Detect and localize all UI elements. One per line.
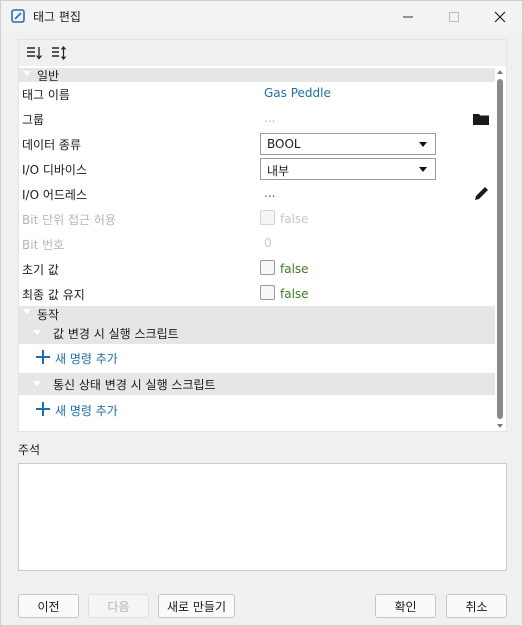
row-bit-number: Bit 번호 0 <box>19 232 495 257</box>
property-name: 데이터 종류 <box>22 138 82 152</box>
subcategory-comm-state-script[interactable]: 통신 상태 변경 시 실행 스크립트 <box>19 373 495 395</box>
plus-icon <box>36 350 50 364</box>
row-io-address: I/O 어드레스 ... <box>19 182 495 207</box>
previous-button[interactable]: 이전 <box>18 594 79 618</box>
collapse-arrow-icon <box>23 309 31 314</box>
subcategory-label: 값 변경 시 실행 스크립트 <box>53 327 179 341</box>
bit-number-value: 0 <box>264 236 272 250</box>
plus-icon <box>36 402 50 416</box>
initial-value-checkbox[interactable] <box>260 260 275 275</box>
bit-access-checkbox <box>260 210 275 225</box>
data-type-select[interactable]: BOOL <box>260 133 436 155</box>
property-grid-toolbar <box>19 40 506 66</box>
tag-edit-dialog: 태그 편집 일반 태그 이름 Gas Peddle 그룹 ... 데이터 종류 … <box>0 0 523 626</box>
vertical-scrollbar[interactable] <box>495 66 506 431</box>
row-data-type: 데이터 종류 BOOL <box>19 132 495 157</box>
add-command-row[interactable]: 새 명령 추가 <box>19 345 495 371</box>
subcategory-label: 통신 상태 변경 시 실행 스크립트 <box>53 378 216 392</box>
subcategory-value-change-script[interactable]: 값 변경 시 실행 스크립트 <box>19 322 495 344</box>
folder-icon[interactable] <box>472 110 490 128</box>
comment-label: 주석 <box>18 443 41 457</box>
collapse-arrow-icon <box>23 71 31 76</box>
chevron-down-icon <box>419 167 427 172</box>
sort-categorized-icon <box>27 47 42 60</box>
add-command-link[interactable]: 새 명령 추가 <box>55 402 118 419</box>
minimize-button[interactable] <box>385 1 431 32</box>
maximize-button[interactable] <box>431 1 477 32</box>
group-value[interactable]: ... <box>264 111 275 125</box>
property-name: I/O 어드레스 <box>22 188 88 202</box>
property-name: 최종 값 유지 <box>22 288 85 302</box>
close-button[interactable] <box>477 1 523 32</box>
title-bar: 태그 편집 <box>1 1 522 32</box>
io-device-selected: 내부 <box>267 164 290 178</box>
close-icon <box>494 11 506 22</box>
retain-last-value-checkbox[interactable] <box>260 285 275 300</box>
io-address-value[interactable]: ... <box>264 186 275 200</box>
row-initial-value: 초기 값 false <box>19 257 495 282</box>
tag-edit-app-icon <box>11 9 25 23</box>
sort-categorized-button[interactable] <box>24 44 44 62</box>
tag-name-value[interactable]: Gas Peddle <box>264 86 331 100</box>
sort-alphabetical-icon <box>52 46 66 60</box>
scroll-thumb[interactable] <box>497 79 503 419</box>
scroll-up-icon[interactable] <box>497 70 503 74</box>
initial-value-value: false <box>280 262 309 276</box>
chevron-down-icon <box>419 142 427 147</box>
property-name: 태그 이름 <box>22 88 70 102</box>
window-title: 태그 편집 <box>33 10 81 24</box>
bit-access-value: false <box>280 212 309 226</box>
row-retain-last-value: 최종 값 유지 false <box>19 282 495 307</box>
new-button[interactable]: 새로 만들기 <box>158 594 235 618</box>
property-name: 초기 값 <box>22 263 59 277</box>
category-action[interactable]: 동작 <box>19 306 495 322</box>
category-label: 동작 <box>37 308 60 322</box>
category-general[interactable]: 일반 <box>19 68 495 83</box>
row-tag-name: 태그 이름 Gas Peddle <box>19 82 495 107</box>
sort-alphabetical-button[interactable] <box>49 44 69 62</box>
property-name: Bit 번호 <box>22 238 65 252</box>
pencil-icon[interactable] <box>472 185 490 203</box>
ok-button[interactable]: 확인 <box>375 594 436 618</box>
property-name: I/O 디바이스 <box>22 163 88 177</box>
row-io-device: I/O 디바이스 내부 <box>19 157 495 182</box>
collapse-arrow-icon <box>33 330 41 335</box>
data-type-selected: BOOL <box>267 137 301 151</box>
property-name: Bit 단위 접근 허용 <box>22 213 116 227</box>
add-command-link[interactable]: 새 명령 추가 <box>55 350 118 367</box>
next-button: 다음 <box>88 594 149 618</box>
property-name: 그룹 <box>22 113 45 127</box>
row-bit-access: Bit 단위 접근 허용 false <box>19 207 495 232</box>
comment-textarea[interactable] <box>18 463 507 571</box>
cancel-button[interactable]: 취소 <box>446 594 507 618</box>
collapse-arrow-icon <box>33 381 41 386</box>
maximize-icon <box>449 11 459 22</box>
property-grid: 일반 태그 이름 Gas Peddle 그룹 ... 데이터 종류 BOOL I… <box>18 39 507 432</box>
io-device-select[interactable]: 내부 <box>260 158 436 180</box>
minimize-icon <box>403 16 413 17</box>
retain-last-value-value: false <box>280 287 309 301</box>
add-command-row[interactable]: 새 명령 추가 <box>19 397 495 423</box>
row-group: 그룹 ... <box>19 107 495 132</box>
scroll-down-icon[interactable] <box>497 424 503 428</box>
